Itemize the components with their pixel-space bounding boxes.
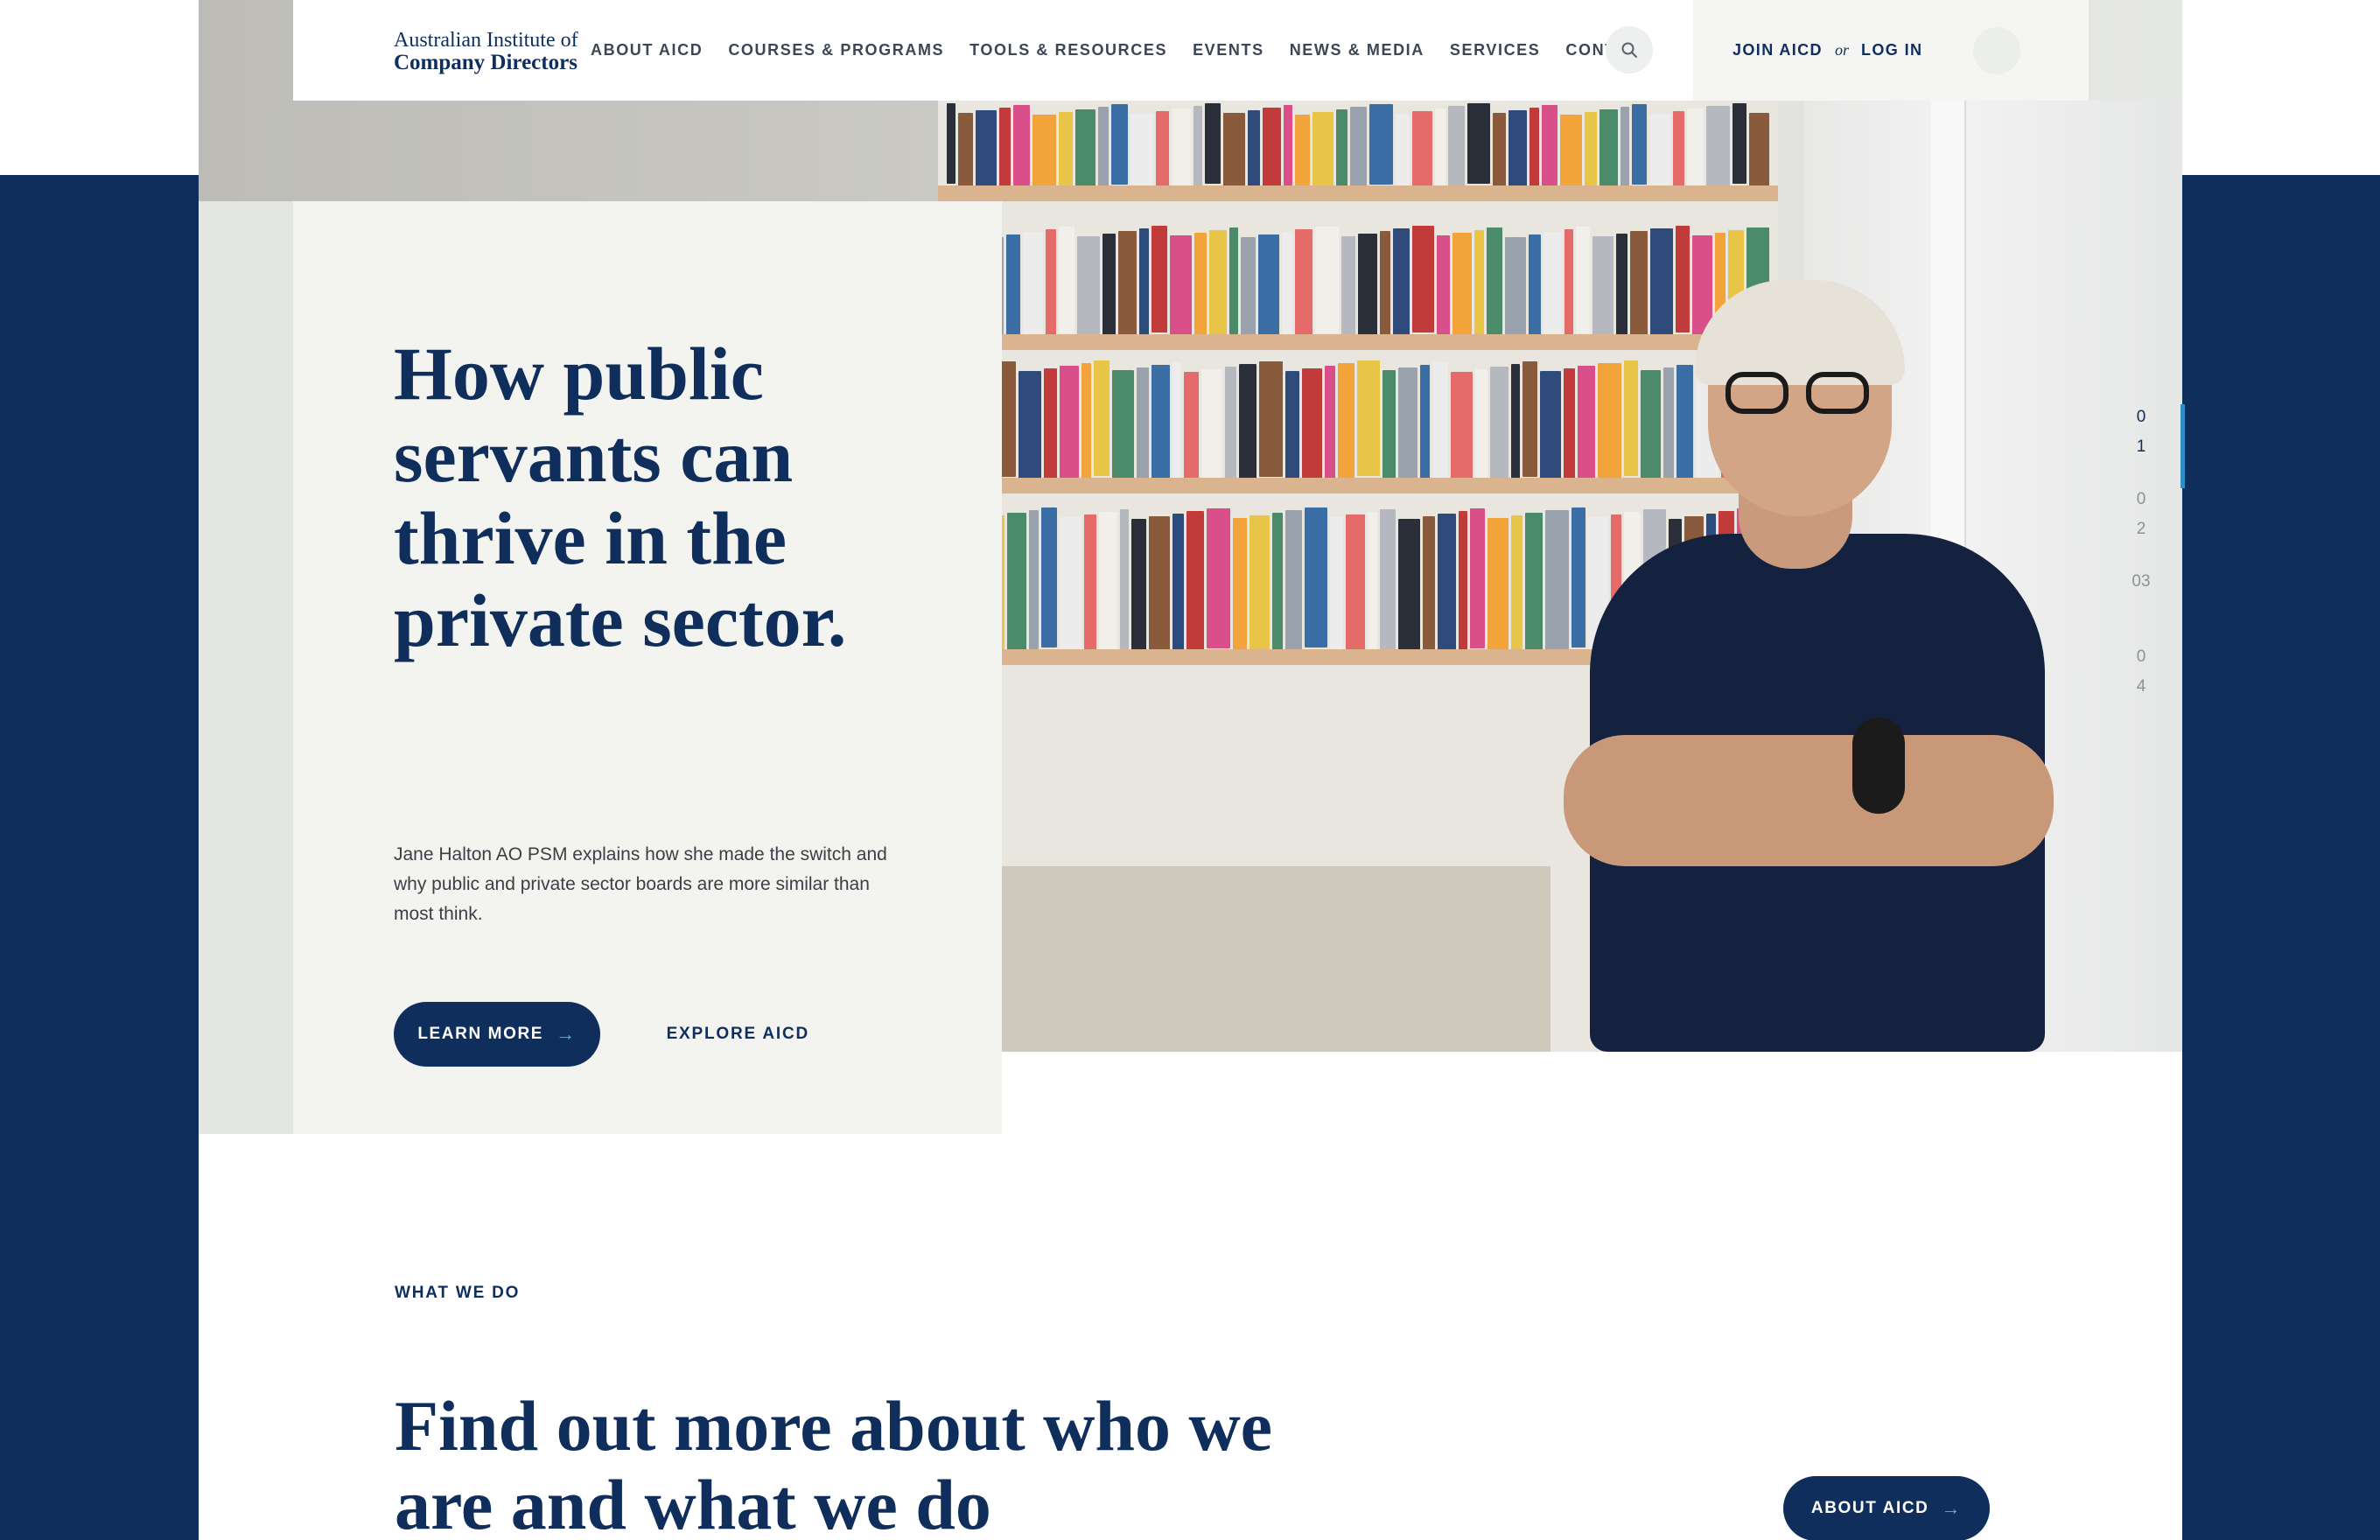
nav-news-media[interactable]: NEWS & MEDIA [1290,41,1424,60]
join-aicd-link[interactable]: JOIN AICD [1732,41,1823,60]
hero-title: How public servants can thrive in the pr… [394,332,847,662]
slide-1[interactable]: 0 1 [2124,402,2159,462]
slide-indicator: 0 1 0 2 03 0 4 [2124,402,2185,702]
nav-tools-resources[interactable]: TOOLS & RESOURCES [970,41,1167,60]
learn-more-button[interactable]: LEARN MORE → [394,1002,600,1067]
log-in-link[interactable]: LOG IN [1861,41,1922,60]
portrait-person [1564,280,2054,1052]
slide-2[interactable]: 0 2 [2124,485,2159,544]
page-container: Australian Institute of Company Director… [199,0,2185,1540]
user-avatar-icon[interactable] [1973,27,2020,74]
nav-events[interactable]: EVENTS [1193,41,1264,60]
slide-4[interactable]: 0 4 [2124,642,2159,702]
explore-aicd-link[interactable]: EXPLORE AICD [634,1002,809,1067]
nav-services[interactable]: SERVICES [1450,41,1541,60]
about-aicd-button[interactable]: ABOUT AICD → [1783,1476,1990,1540]
nav-courses-programs[interactable]: COURSES & PROGRAMS [728,41,944,60]
learn-more-label: LEARN MORE [417,1025,544,1043]
or-separator: or [1834,41,1849,59]
nav-about-aicd[interactable]: ABOUT AICD [591,41,703,60]
search-icon [1621,42,1637,58]
hero-card: How public servants can thrive in the pr… [293,201,1002,1134]
active-slide-bar [2180,404,2185,488]
hero-description: Jane Halton AO PSM explains how she made… [394,844,887,924]
top-navigation: Australian Institute of Company Director… [293,0,2089,101]
about-aicd-label: ABOUT AICD [1810,1499,1929,1517]
main-menu: ABOUT AICD COURSES & PROGRAMS TOOLS & RE… [591,0,1651,101]
arrow-right-icon: → [1941,1497,1963,1519]
slide-3[interactable]: 03 [2124,567,2159,597]
card-side-strip [199,201,293,1134]
account-panel: JOIN AICD or LOG IN [1693,0,2089,101]
aicd-logo[interactable]: Australian Institute of Company Director… [394,29,578,74]
arrow-right-icon: → [556,1023,577,1045]
section-title: Find out more about who we are and what … [395,1386,1273,1540]
section-label: WHAT WE DO [395,1284,521,1302]
search-button[interactable] [1606,26,1653,74]
